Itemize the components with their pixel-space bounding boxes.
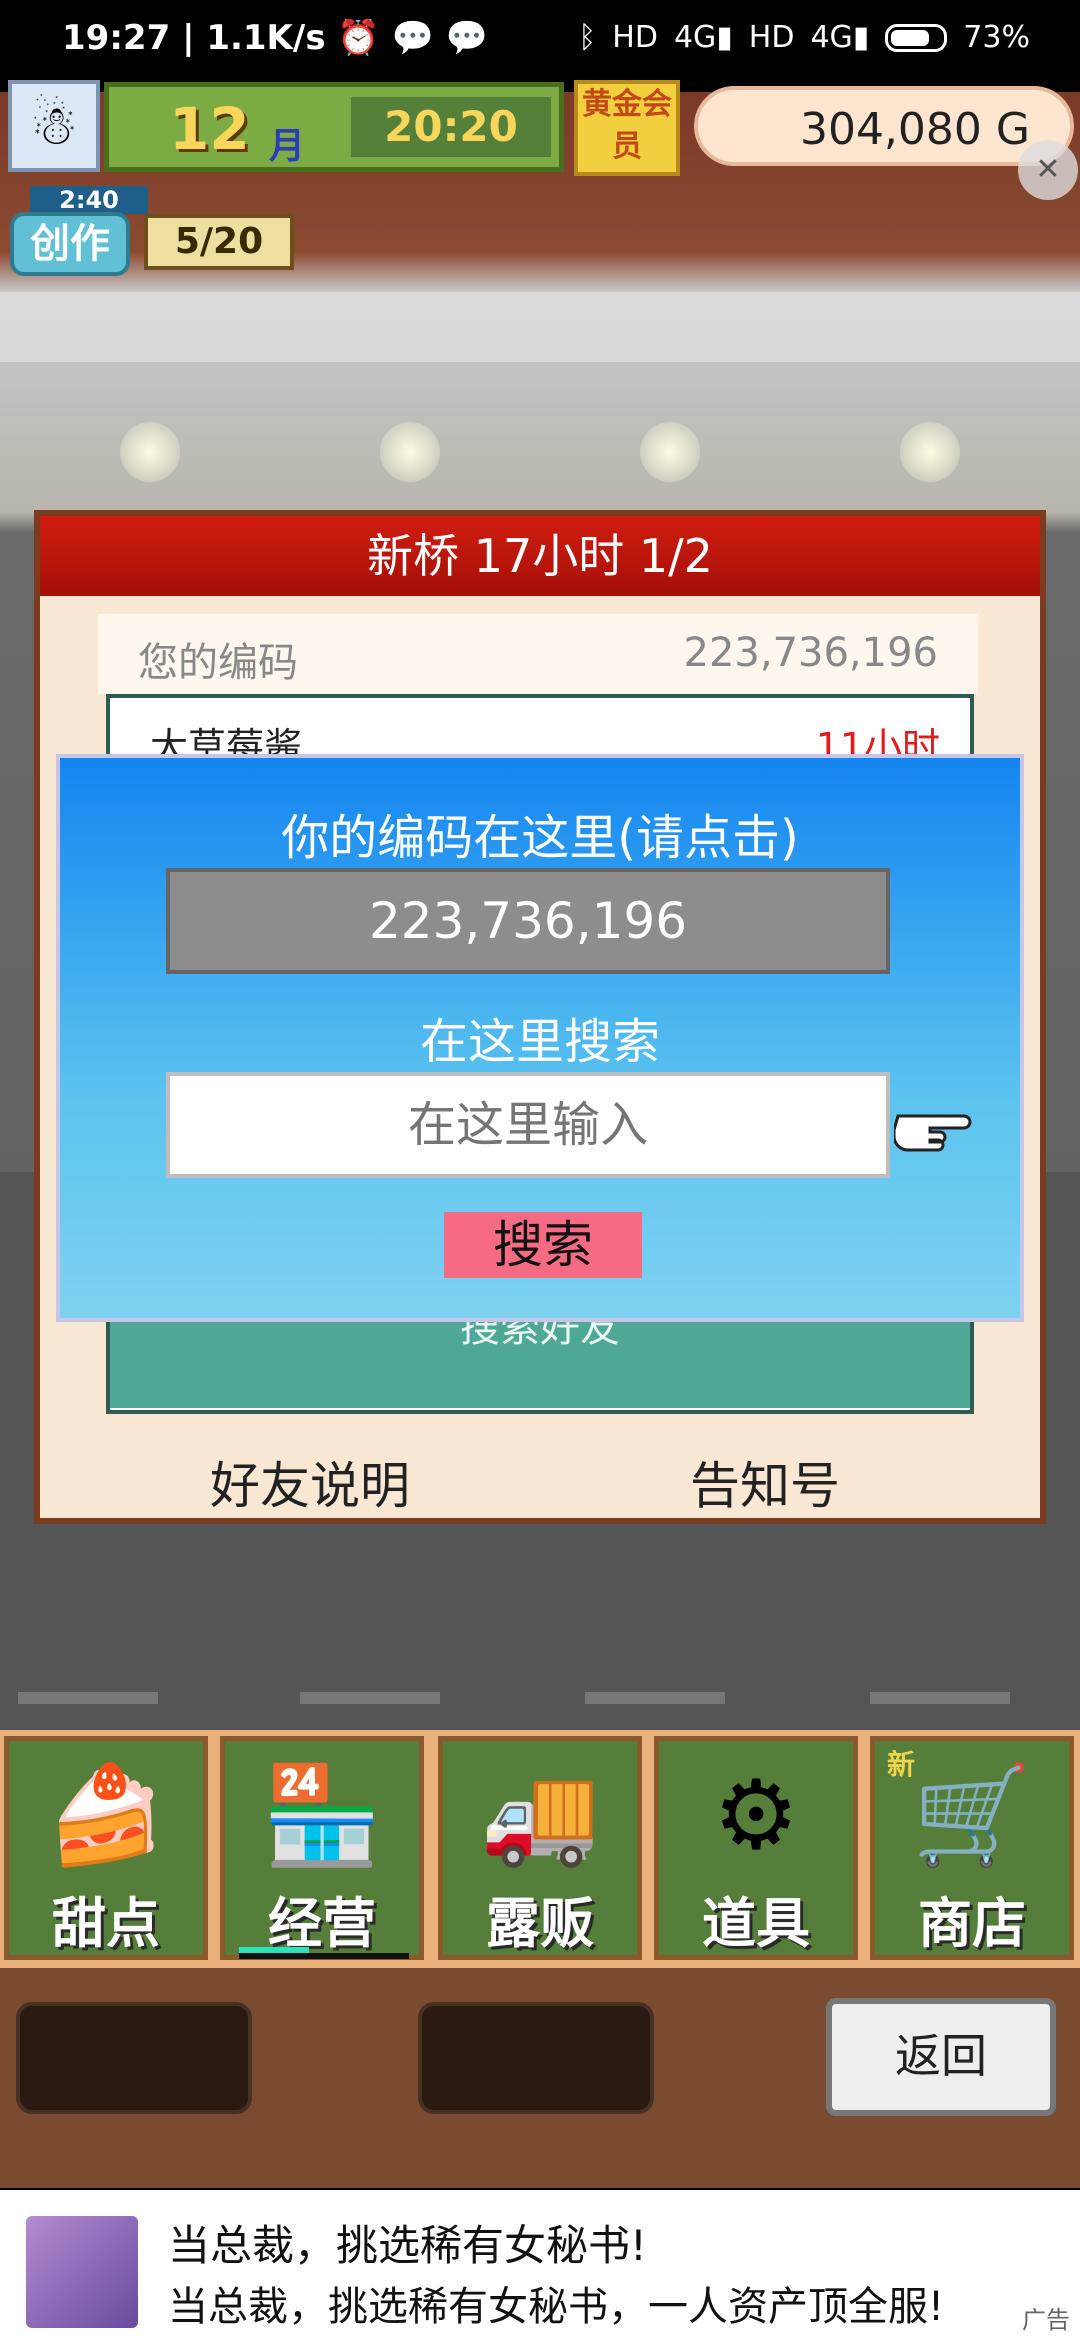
ad-subtitle: 当总裁，挑选稀有女秘书，一人资产顶全服! xyxy=(168,2284,945,2330)
bottom-nav: 🍰 甜点 🏪 经营 🚚 露贩 ⚙ 道具 新 🛒 商店 xyxy=(0,1730,1080,1968)
code-copy-button[interactable]: 223,736,196 xyxy=(166,868,890,974)
ad-avatar xyxy=(26,2216,138,2328)
status-bar: 19:27 | 1.1K/s ⏰ 💬 💬 ᛒ HD 4G▮ HD 4G▮ 73% xyxy=(0,0,1080,92)
signal-4g-icon: 4G▮ xyxy=(673,20,733,55)
money-value: 304,080 G xyxy=(799,104,1030,155)
month-unit: 月 xyxy=(269,126,306,167)
ad-title: 当总裁，挑选稀有女秘书! xyxy=(168,2221,647,2270)
nav-store[interactable]: 新 🛒 商店 xyxy=(870,1736,1074,1960)
lamp-icon xyxy=(900,422,960,482)
nav-dessert[interactable]: 🍰 甜点 xyxy=(4,1736,208,1960)
nav-label: 露贩 xyxy=(486,1892,594,1955)
month-number: 12 xyxy=(169,95,250,163)
nav-manage[interactable]: 🏪 经营 xyxy=(220,1736,424,1960)
lamp-icon xyxy=(640,422,700,482)
food-truck-icon: 🚚 xyxy=(480,1759,600,1871)
create-label: 创作 xyxy=(10,212,130,276)
snow-roof xyxy=(0,292,1080,362)
bluetooth-icon: ᛒ xyxy=(578,20,597,55)
hd-icon: HD xyxy=(748,20,795,55)
game-clock: 20:20 xyxy=(351,97,551,157)
battery-icon xyxy=(885,23,948,52)
nav-label: 商店 xyxy=(918,1892,1026,1955)
action-bar: 返回 xyxy=(0,1968,1080,2188)
search-button[interactable]: 搜索 xyxy=(444,1212,642,1278)
active-underline xyxy=(239,1953,409,1959)
snowman-icon: ☃ xyxy=(29,94,79,157)
ad-banner[interactable]: 当总裁，挑选稀有女秘书! 当总裁，挑选稀有女秘书，一人资产顶全服! 广告 xyxy=(0,2190,1080,2340)
empty-slot xyxy=(16,2002,252,2114)
lamp-icon xyxy=(120,422,180,482)
your-code-value: 223,736,196 xyxy=(683,630,938,676)
ad-tag: 广告 xyxy=(1022,2306,1070,2334)
your-code-row: 您的编码 223,736,196 xyxy=(98,614,978,694)
cake-icon: 🍰 xyxy=(46,1759,166,1871)
gear-bag-icon: ⚙ xyxy=(712,1759,800,1871)
shop-icon: 🏪 xyxy=(262,1759,382,1871)
friend-help-button[interactable]: 好友说明 xyxy=(210,1446,410,1518)
create-progress: 5/20 xyxy=(144,214,294,270)
close-icon[interactable]: ✕ xyxy=(1018,140,1078,200)
search-dialog: 你的编码在这里(请点击) 223,736,196 在这里搜索 搜索 xyxy=(56,754,1024,1322)
nav-items[interactable]: ⚙ 道具 xyxy=(654,1736,858,1960)
dialog-heading: 你的编码在这里(请点击) xyxy=(281,810,799,866)
notice-button[interactable]: 告知号 xyxy=(690,1446,840,1518)
nav-label: 甜点 xyxy=(52,1892,160,1955)
hd-icon: HD xyxy=(612,20,658,55)
battery-percent: 73% xyxy=(963,20,1030,55)
nav-stall[interactable]: 🚚 露贩 xyxy=(438,1736,642,1960)
search-input[interactable] xyxy=(166,1072,890,1178)
pointing-hand-icon xyxy=(894,1114,972,1152)
status-time: 19:27 | 1.1K/s ⏰ 💬 💬 xyxy=(62,18,489,58)
your-code-label: 您的编码 xyxy=(138,640,298,686)
avatar[interactable]: ☃ xyxy=(8,80,100,172)
date-display: 12 月 20:20 xyxy=(104,82,564,172)
nav-label: 道具 xyxy=(702,1892,810,1955)
money-display: 304,080 G xyxy=(694,86,1074,166)
back-button[interactable]: 返回 xyxy=(826,1998,1056,2116)
status-icons: ᛒ HD 4G▮ HD 4G▮ 73% xyxy=(578,20,1030,55)
gold-member-badge[interactable]: 黄金会员 xyxy=(574,80,680,176)
active-indicator xyxy=(239,1947,309,1953)
cart-icon: 🛒 xyxy=(912,1759,1032,1871)
panel-title: 新桥 17小时 1/2 xyxy=(40,516,1040,596)
search-heading: 在这里搜索 xyxy=(419,1014,660,1070)
empty-slot xyxy=(418,2002,654,2114)
signal-4g-icon: 4G▮ xyxy=(810,20,870,55)
create-timer: 2:40 xyxy=(30,186,148,214)
lamp-icon xyxy=(380,422,440,482)
create-status[interactable]: 2:40 创作 5/20 xyxy=(10,186,294,280)
